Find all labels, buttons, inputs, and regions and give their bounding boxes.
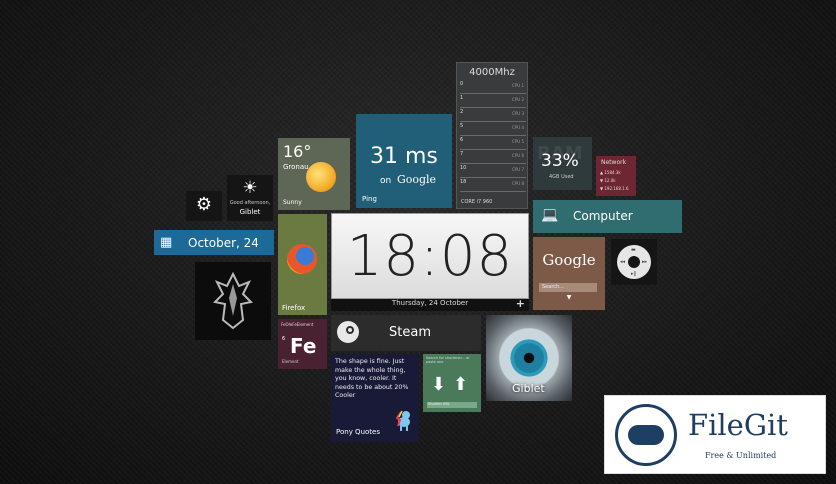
pony-quote-text: The shape is fine. Just make the whole t… [335,358,409,399]
cpu-meter-tile[interactable]: 4000Mhz 0 CPU 1 1 CPU 2 2 CPU 3 5 CPU 4 6 CPU… [456,62,528,209]
ping-label: Ping [362,195,377,203]
user-picture-tile[interactable]: Giblet [486,315,572,401]
sun-icon [306,162,336,192]
chevron-down-icon[interactable]: ▼ [533,294,605,301]
pony-quotes-tile[interactable]: The shape is fine. Just make the whole t… [331,354,419,442]
google-search-tile[interactable]: Google Search... ▼ [533,237,605,310]
filegit-watermark: FileGit Free & Unlimited [604,395,826,474]
greeting-text: Good afternoon, [229,200,271,206]
arrow-down-icon: ⬇ [431,374,447,395]
google-label: Google [542,251,596,269]
steam-label: Steam [389,325,431,340]
ram-meter-tile[interactable]: RAM 33% 4GB Used [533,137,592,190]
ping-tile[interactable]: 31 ms on Google Ping [356,114,452,208]
network-title: Network [601,159,627,166]
network-ip: ▼ 192.168.1.6 [600,186,629,191]
skyrim-logo-icon [213,272,253,330]
weather-temp: 16° [283,142,312,161]
calendar-icon: ▦ [160,235,173,250]
clock-date-bar: Thursday, 24 October + [331,299,529,311]
next-icon: ▸▸ [642,259,648,265]
url-top-text: Search for shortener... or paste one [426,356,470,364]
cloud-logo-icon [615,404,677,466]
cpu-frequency: 4000Mhz [469,67,515,78]
network-upload: ▲ 1584.3k [600,170,621,175]
arrow-up-icon: ⬆ [453,374,469,395]
cpu-core-row: 7 CPU 6 [460,151,526,164]
element-name: Element [282,359,299,364]
previous-icon: ◂◂ [620,259,626,265]
cpu-core-row: 10 CPU 7 [460,165,526,178]
pony-icon [395,410,410,431]
firefox-label: Firefox [282,304,306,312]
cpu-model: CORE i7 960 [461,199,493,205]
music-player-tile[interactable]: ▬ ◂◂ ▸▸ ▸‖ [611,239,657,285]
user-name-label: Giblet [512,382,545,395]
element-symbol: Fe [290,334,317,358]
watermark-brand: FileGit [688,408,788,442]
laptop-icon: 💻 [541,207,559,223]
ping-target: on Google [380,173,437,186]
plus-icon[interactable]: + [516,299,525,310]
cpu-core-row: 5 CPU 4 [460,123,526,136]
greeting-tile[interactable]: ☀ Good afternoon, Giblet [227,175,273,221]
network-download: ▼ 12.0k [600,178,616,183]
google-search-input[interactable]: Search... [539,283,597,292]
clock-tile[interactable]: 18:08 [331,213,529,299]
firefox-tile[interactable]: Firefox [278,214,327,315]
sun-icon: ☀ [242,178,258,198]
ram-percent: 33% [541,151,579,171]
firefox-icon [287,244,317,274]
url-shortener-tile[interactable]: Search for shortener... or paste one ⬇ ⬆… [423,354,481,412]
ping-value: 31 ms [370,144,438,169]
ram-used: 4GB Used [549,174,574,180]
gear-icon: ⚙ [195,194,213,215]
skyrim-tile[interactable] [195,262,271,340]
element-number: 6 [282,336,286,342]
weather-tile[interactable]: 16° Gronau Sunny [278,138,350,210]
pony-quotes-label: Pony Quotes [336,428,380,436]
weather-condition: Sunny [283,199,302,206]
play-pause-icon: ▸‖ [631,271,637,277]
cpu-core-row: 2 CPU 3 [460,109,526,122]
settings-button[interactable]: ⚙ [186,191,222,221]
clock-time: 18:08 [346,224,514,289]
steam-icon [337,321,359,343]
computer-tile[interactable]: 💻 Computer [533,200,682,233]
weather-city: Gronau [283,163,309,171]
greeting-name: Giblet [239,208,261,216]
network-meter-tile[interactable]: Network ▲ 1584.3k ▼ 12.0k ▼ 192.168.1.6 [596,156,636,196]
cpu-core-row: 18 CPU 8 [460,179,526,192]
element-header: FeOleFeElement [281,322,314,327]
cpu-core-row: 0 CPU 1 [460,81,526,94]
watermark-tagline: Free & Unlimited [705,451,777,460]
steam-tile[interactable]: Steam [331,315,481,351]
date-text: October, 24 [188,236,259,250]
date-tile[interactable]: ▦ October, 24 [154,230,274,255]
wheel-center [628,256,640,268]
periodic-element-tile[interactable]: FeOleFeElement 6 Fe Element [278,319,327,369]
cpu-core-row: 1 CPU 2 [460,95,526,108]
menu-icon: ▬ [631,247,636,253]
clock-date: Thursday, 24 October [391,299,469,307]
computer-label: Computer [573,209,633,223]
cpu-core-row: 6 CPU 5 [460,137,526,150]
shorten-url-input[interactable]: Shorten URL [427,402,477,408]
